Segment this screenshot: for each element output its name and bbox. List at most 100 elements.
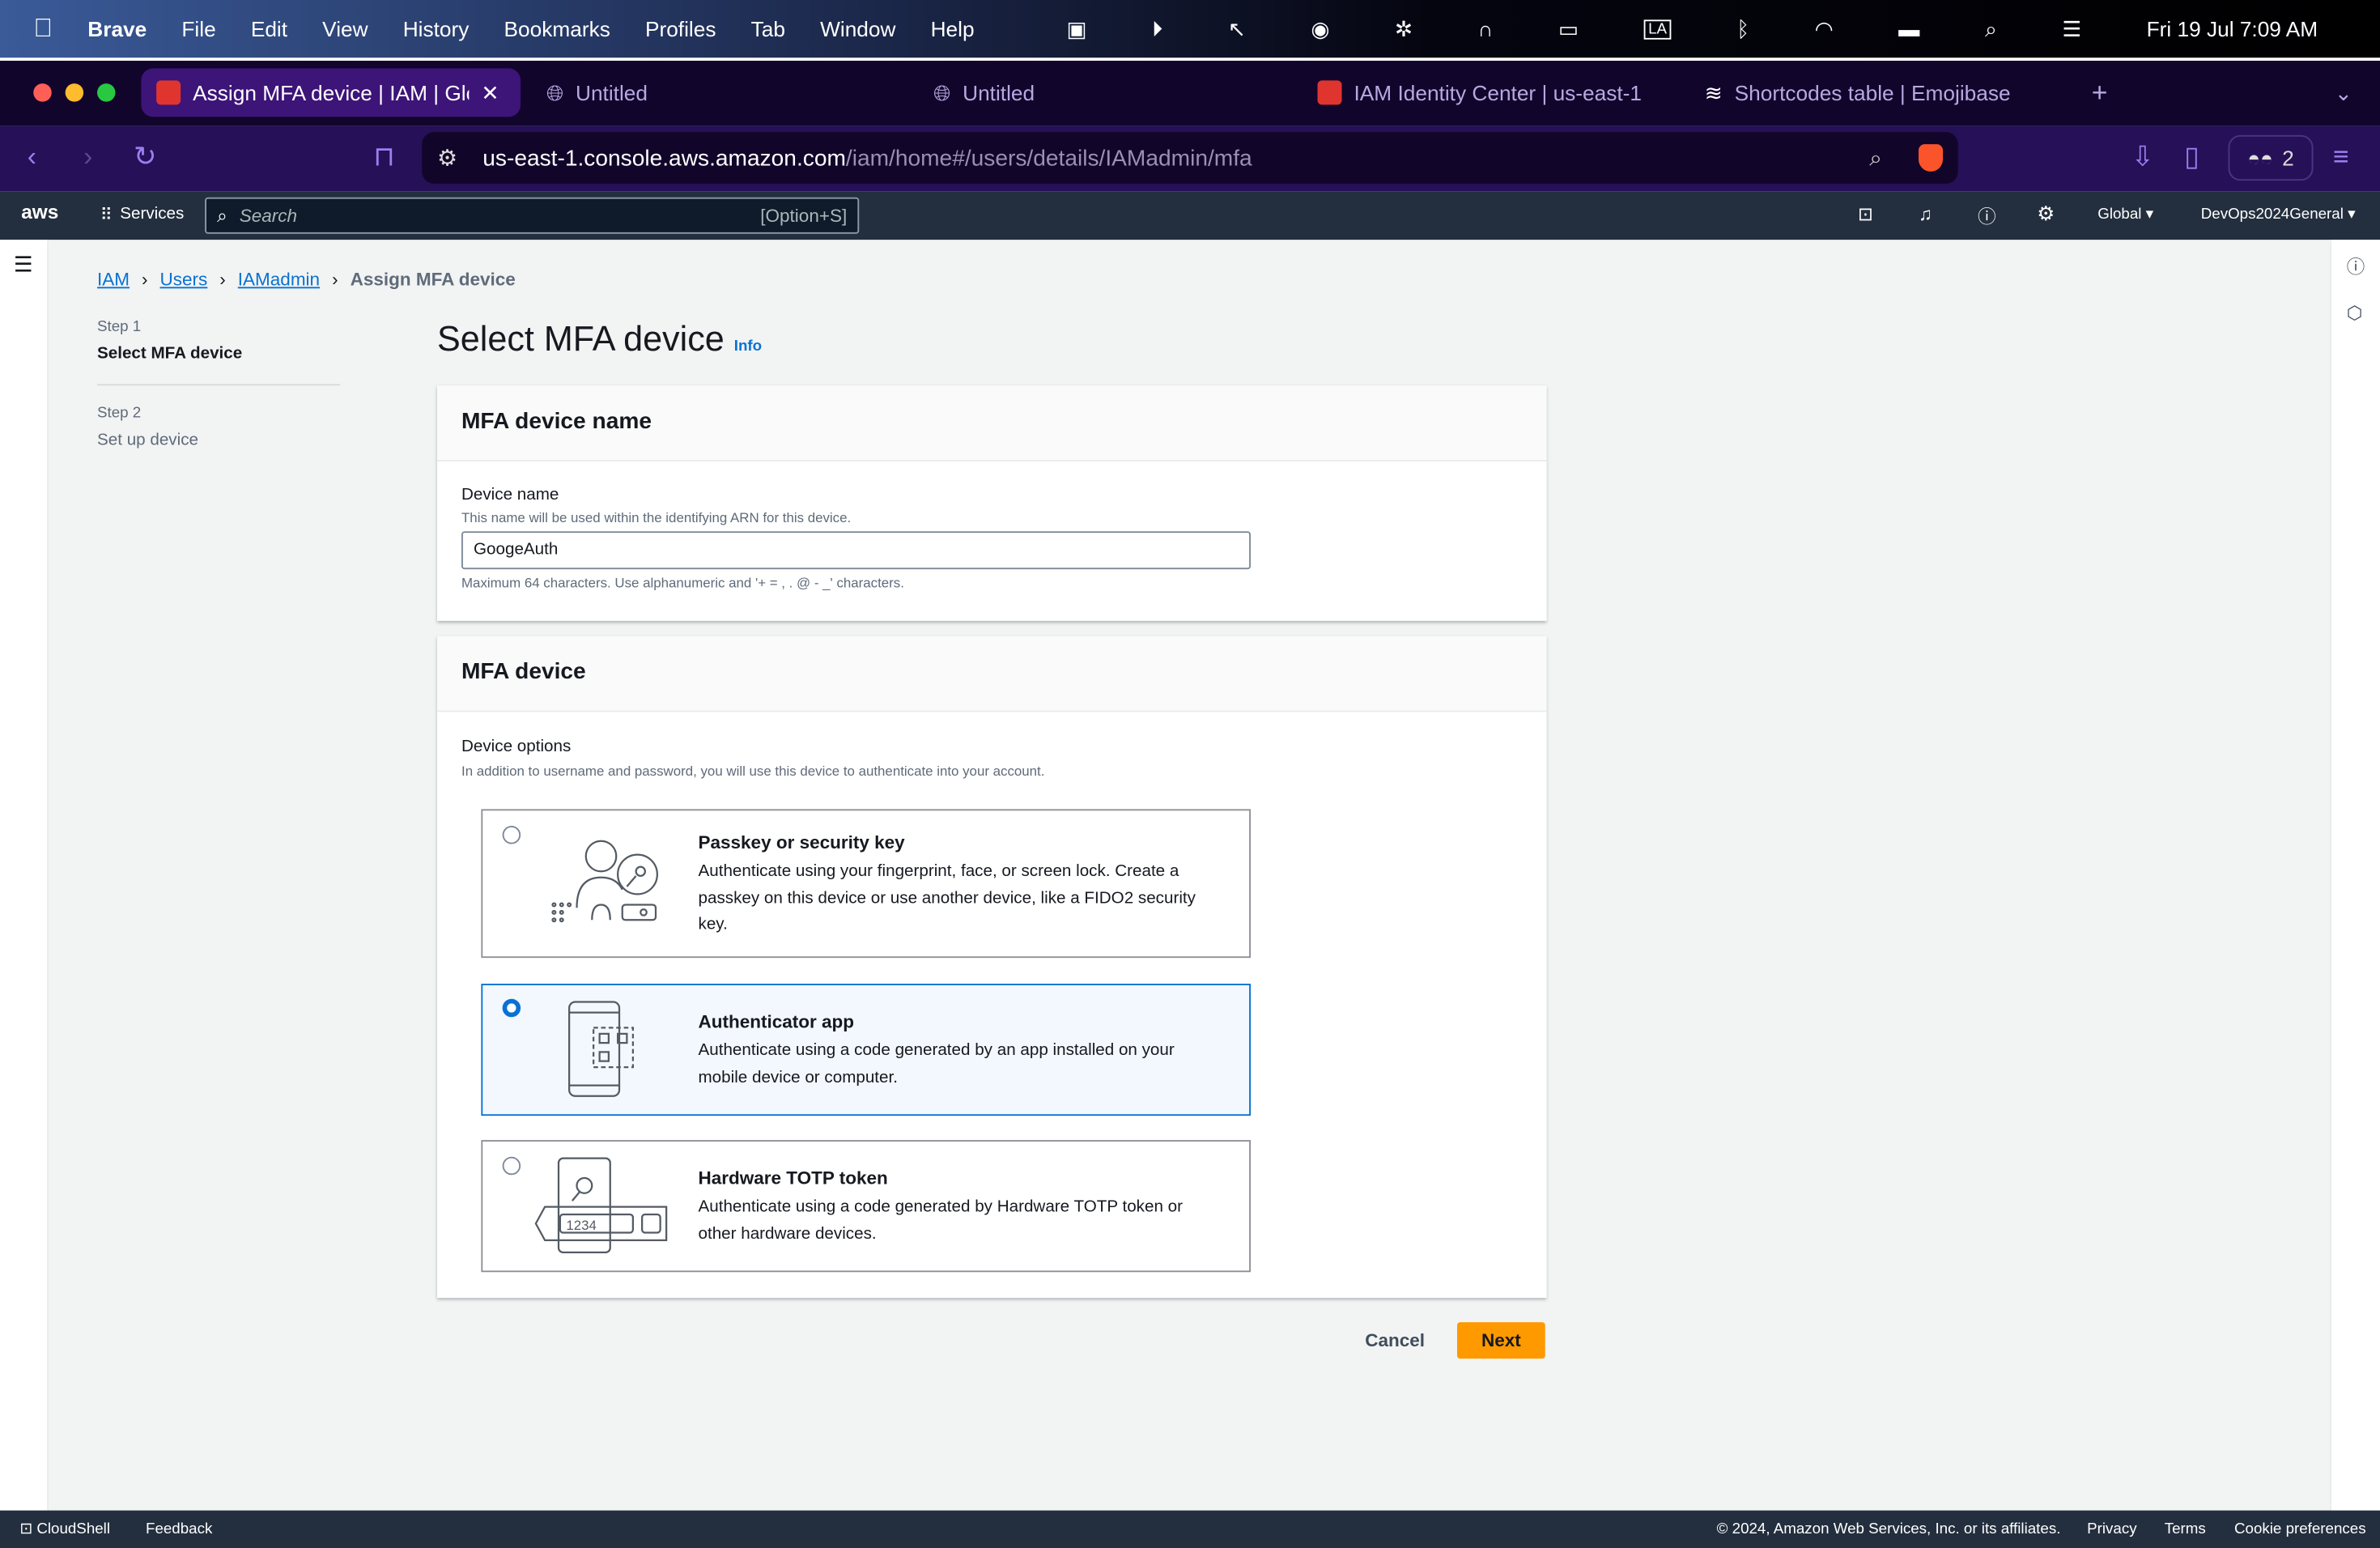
menu-icon[interactable]: ≡: [2333, 141, 2349, 172]
hardware-totp-radio[interactable]: [502, 1156, 521, 1176]
nav-drawer: ☰: [0, 240, 49, 1511]
mfa-device-name-card: MFA device name Device name This name wi…: [437, 385, 1547, 621]
cloudshell-button[interactable]: ⊡ CloudShell: [19, 1521, 110, 1538]
back-icon[interactable]: ‹: [28, 141, 36, 172]
status-icon[interactable]: ▣: [1067, 16, 1087, 42]
terms-link[interactable]: Terms: [2165, 1521, 2206, 1538]
authenticator-description: Authenticate using a code generated by a…: [698, 1041, 1175, 1087]
feedback-link[interactable]: Feedback: [146, 1521, 212, 1538]
zoom-window-button[interactable]: [97, 83, 116, 102]
cookie-preferences-link[interactable]: Cookie preferences: [2234, 1521, 2366, 1538]
play-icon[interactable]: ⏵: [1152, 16, 1162, 42]
breadcrumb-users[interactable]: Users: [160, 269, 208, 290]
zoom-icon[interactable]: ⌕: [1869, 145, 1882, 171]
control-center-icon[interactable]: ☰: [2062, 16, 2081, 42]
token-digits: 1234: [566, 1218, 597, 1233]
menu-history[interactable]: History: [403, 17, 470, 41]
hamburger-icon[interactable]: ☰: [14, 252, 33, 278]
device-name-input[interactable]: GoogeAuth: [461, 531, 1251, 570]
device-name-description: This name will be used within the identi…: [461, 510, 852, 525]
search-input[interactable]: ⌕ Search [Option+S]: [205, 197, 860, 234]
option-hardware-totp[interactable]: 1234 Hardware TOTP token Authenticate us…: [481, 1140, 1251, 1273]
headphones-icon[interactable]: ∩: [1478, 17, 1494, 41]
globe-icon: 🌐︎: [933, 79, 951, 104]
globe-icon: 🌐︎: [546, 79, 564, 104]
site-settings-icon[interactable]: ⚙: [437, 144, 457, 172]
menu-help[interactable]: Help: [931, 17, 975, 41]
card-header: MFA device name: [437, 385, 1547, 461]
display-icon[interactable]: ▭: [1558, 16, 1579, 42]
tab-untitled-2[interactable]: 🌐︎ Untitled: [918, 68, 1298, 117]
services-menu[interactable]: ⠿ Services: [100, 205, 185, 224]
menu-view[interactable]: View: [322, 17, 368, 41]
tab-list-chevron-icon[interactable]: ⌄: [2319, 68, 2352, 117]
downloads-icon[interactable]: ⇩: [2131, 141, 2154, 172]
close-tab-icon[interactable]: ✕: [481, 79, 499, 105]
tab-iam-identity-center[interactable]: IAM Identity Center | us-east-1: [1303, 68, 1682, 117]
passkey-description: Authenticate using your fingerprint, fac…: [698, 862, 1196, 934]
privacy-link[interactable]: Privacy: [2087, 1521, 2136, 1538]
breadcrumb-iam[interactable]: IAM: [97, 269, 130, 290]
macos-menu-bar:  Brave File Edit View History Bookmarks…: [0, 0, 2380, 58]
url-bar[interactable]: ⚙ us-east-1.console.aws.amazon.com/iam/h…: [422, 132, 1958, 184]
cloudshell-icon[interactable]: ⊡: [1858, 203, 1873, 224]
aws-favicon-icon: [156, 80, 181, 105]
sidebar-icon[interactable]: ▯: [2184, 141, 2199, 172]
butterfly-icon[interactable]: ✲: [1395, 16, 1413, 42]
authenticator-radio[interactable]: [502, 998, 521, 1018]
card-header: MFA device: [437, 636, 1547, 712]
breadcrumb-iamadmin[interactable]: IAMadmin: [238, 269, 320, 290]
tab-assign-mfa[interactable]: Assign MFA device | IAM | Glo ✕: [141, 68, 521, 117]
next-button[interactable]: Next: [1457, 1322, 1545, 1359]
new-tab-button[interactable]: +: [2076, 68, 2108, 117]
input-source-icon[interactable]: LA: [1643, 19, 1672, 39]
menu-tab[interactable]: Tab: [751, 17, 785, 41]
account-menu[interactable]: DevOps2024General ▾: [2201, 206, 2356, 223]
shield-icon[interactable]: ◉: [1311, 16, 1329, 42]
info-icon[interactable]: ⓘ: [2347, 253, 2365, 279]
cursor-icon[interactable]: ↖: [1228, 16, 1246, 42]
option-authenticator-app[interactable]: Authenticator app Authenticate using a c…: [481, 984, 1251, 1116]
step-2-number: Step 2: [97, 405, 142, 423]
tab-untitled-1[interactable]: 🌐︎ Untitled: [531, 68, 911, 117]
aws-favicon-icon: [1317, 80, 1342, 105]
tab-emojibase[interactable]: ≋ Shortcodes table | Emojibase: [1689, 68, 2069, 117]
info-link[interactable]: Info: [734, 338, 762, 355]
menu-window[interactable]: Window: [820, 17, 895, 41]
option-passkey[interactable]: Passkey or security key Authenticate usi…: [481, 809, 1251, 959]
menu-app[interactable]: Brave: [87, 17, 147, 41]
passkey-radio[interactable]: [502, 826, 521, 844]
panel-icon[interactable]: ⬡: [2347, 302, 2363, 323]
menu-edit[interactable]: Edit: [251, 17, 287, 41]
region-menu[interactable]: Global ▾: [2097, 206, 2153, 223]
bookmark-icon[interactable]: ⊓: [373, 141, 394, 172]
menu-file[interactable]: File: [181, 17, 215, 41]
menu-bookmarks[interactable]: Bookmarks: [504, 17, 610, 41]
device-options-label: Device options: [461, 738, 572, 756]
wifi-icon[interactable]: ◠: [1815, 16, 1834, 42]
chevron-right-icon: ›: [332, 268, 338, 291]
apple-icon[interactable]: : [33, 14, 53, 45]
settings-icon[interactable]: ⚙: [2037, 202, 2055, 226]
help-icon[interactable]: ⓘ: [1978, 203, 1996, 229]
divider: [97, 384, 340, 386]
copyright: © 2024, Amazon Web Services, Inc. or its…: [1716, 1520, 2061, 1538]
battery-icon[interactable]: ▬: [1898, 17, 1919, 41]
reload-icon[interactable]: ↻: [134, 141, 156, 172]
step-1-label[interactable]: Select MFA device: [97, 345, 340, 364]
forward-icon[interactable]: ›: [83, 141, 92, 172]
authenticator-title: Authenticator app: [698, 1010, 855, 1032]
vpn-button[interactable]: ◓◓ 2: [2228, 134, 2314, 181]
close-window-button[interactable]: [33, 83, 52, 102]
cancel-button[interactable]: Cancel: [1351, 1322, 1439, 1359]
clock[interactable]: Fri 19 Jul 7:09 AM: [2147, 17, 2318, 41]
device-options-description: In addition to username and password, yo…: [461, 763, 1045, 779]
spotlight-icon[interactable]: ⌕: [1985, 16, 1997, 42]
mfa-device-card: MFA device Device options In addition to…: [437, 636, 1547, 1299]
menu-profiles[interactable]: Profiles: [645, 17, 716, 41]
bluetooth-icon[interactable]: ᛒ: [1736, 17, 1749, 41]
brave-shields-icon[interactable]: [1919, 144, 1943, 172]
notifications-icon[interactable]: ♫: [1919, 203, 1932, 224]
aws-logo[interactable]: aws: [21, 201, 58, 223]
minimize-window-button[interactable]: [65, 83, 84, 102]
